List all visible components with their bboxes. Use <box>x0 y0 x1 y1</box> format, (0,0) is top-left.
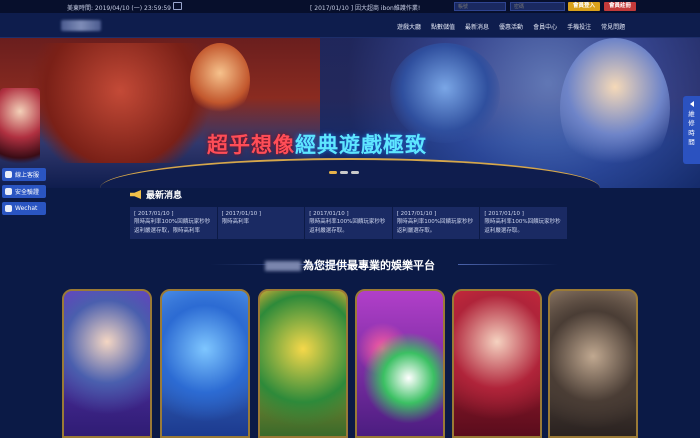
news-date: [ 2017/01/10 ] <box>309 211 349 217</box>
news-date: [ 2017/01/10 ] <box>221 211 262 217</box>
banner-robot <box>20 43 220 163</box>
megaphone-icon <box>130 190 141 199</box>
slogan-red: 超乎想像 <box>207 133 295 157</box>
nav-item-deposit[interactable]: 點數儲值 <box>431 22 455 31</box>
nav-menu: 遊戲大廳 點數儲值 最新消息 優惠活動 會員中心 手機投注 常見問題 <box>397 22 635 31</box>
section-title: 為您提供最專業的娛樂平台 <box>0 257 700 273</box>
news-list: [ 2017/01/10 ] 限時高利率100%回饋玩家秒秒返利嚴選存取，限時高… <box>130 207 567 239</box>
news-date: [ 2017/01/10 ] <box>484 211 524 217</box>
arrow-left-icon <box>689 101 694 107</box>
nav-item-faq[interactable]: 常見問題 <box>601 22 625 31</box>
wechat-button[interactable]: Wechat <box>2 202 46 215</box>
lottery-balls-image <box>357 291 443 436</box>
news-text: 限時高利率 <box>221 219 250 226</box>
chat-icon <box>5 171 12 178</box>
security-verify-button[interactable]: 安全驗證 <box>2 185 46 198</box>
news-item[interactable]: [ 2017/01/10 ] 限時高利率100%回饋玩家秒秒返利嚴選存取，限時高… <box>130 207 218 239</box>
nav-item-promotions[interactable]: 優惠活動 <box>499 22 523 31</box>
server-time: 美東時間: 2019/04/10 (一) 23:59:59 <box>67 5 171 12</box>
news-heading: 最新消息 <box>130 188 182 201</box>
news-item[interactable]: [ 2017/01/10 ] 限時高利率100%回饋玩家秒秒返利嚴選存取。 <box>480 207 567 239</box>
game-card-sports[interactable] <box>258 289 348 438</box>
main-nav: 遊戲大廳 點數儲值 最新消息 優惠活動 會員中心 手機投注 常見問題 <box>0 13 700 38</box>
top-bar: 美東時間: 2019/04/10 (一) 23:59:59 [ 2017/01/… <box>0 0 700 13</box>
marquee-announcement[interactable]: [ 2017/01/10 ] 因大超商 ibon維護作業! <box>310 3 420 12</box>
nav-item-member-center[interactable]: 會員中心 <box>533 22 557 31</box>
nav-item-game-lobby[interactable]: 遊戲大廳 <box>397 22 421 31</box>
nav-item-news[interactable]: 最新消息 <box>465 22 489 31</box>
game-card-lottery[interactable] <box>355 289 445 438</box>
slide-dot-2[interactable] <box>340 171 348 174</box>
game-card-live-casino[interactable] <box>62 289 152 438</box>
blurred-brand <box>265 261 301 271</box>
register-button[interactable]: 會員註冊 <box>604 2 636 11</box>
hero-banner[interactable] <box>0 38 700 188</box>
login-button[interactable]: 會員登入 <box>568 2 600 11</box>
account-input[interactable] <box>454 2 506 11</box>
slide-dot-1[interactable] <box>329 171 337 174</box>
banner-character-elf <box>560 38 670 178</box>
site-logo[interactable] <box>61 20 101 31</box>
maintenance-label: 維修時間 <box>688 110 695 147</box>
news-item[interactable]: [ 2017/01/10 ] 限時高利率100%回饋玩家秒秒返利嚴選存取。 <box>305 207 393 239</box>
game-card-esports[interactable] <box>548 289 638 438</box>
news-text: 限時高利率100%回饋玩家秒秒返利嚴選存取。 <box>309 219 386 234</box>
shark-image <box>162 291 248 436</box>
customer-service-avatar <box>0 88 40 166</box>
mail-icon[interactable] <box>173 2 182 10</box>
live-support-button[interactable]: 線上客服 <box>2 168 46 181</box>
shield-icon <box>5 188 12 195</box>
news-text: 限時高利率100%回饋玩家秒秒返利嚴選存取，限時高利率 <box>134 219 211 234</box>
banner-character-girl <box>190 43 250 118</box>
game-card-fishing[interactable] <box>160 289 250 438</box>
banner-slogan: 超乎想像經典遊戲極致 <box>207 129 427 159</box>
soldiers-image <box>550 291 636 436</box>
wechat-icon <box>5 205 12 212</box>
news-item[interactable]: [ 2017/01/10 ] 限時高利率 <box>218 207 306 239</box>
slogan-cyan: 經典遊戲極致 <box>295 133 427 157</box>
bunny-girl-image <box>454 291 540 436</box>
news-item[interactable]: [ 2017/01/10 ] 限時高利率100%回饋玩家秒秒返利嚴選存取。 <box>393 207 481 239</box>
news-date: [ 2017/01/10 ] <box>134 211 174 217</box>
news-text: 限時高利率100%回饋玩家秒秒返利嚴選存取。 <box>484 219 561 234</box>
news-text: 限時高利率100%回饋玩家秒秒返利嚴選存取。 <box>396 219 474 234</box>
football-player-image <box>260 291 346 436</box>
password-input[interactable] <box>510 2 565 11</box>
maintenance-tab[interactable]: 維修時間 <box>683 96 700 164</box>
nav-item-mobile-betting[interactable]: 手機投注 <box>567 22 591 31</box>
live-dealer-image <box>64 291 150 436</box>
slide-dot-3[interactable] <box>351 171 359 174</box>
game-card-casino-girl[interactable] <box>452 289 542 438</box>
news-date: [ 2017/01/10 ] <box>396 211 437 217</box>
banner-pagination <box>329 171 359 174</box>
banner-character-beast <box>390 43 500 143</box>
